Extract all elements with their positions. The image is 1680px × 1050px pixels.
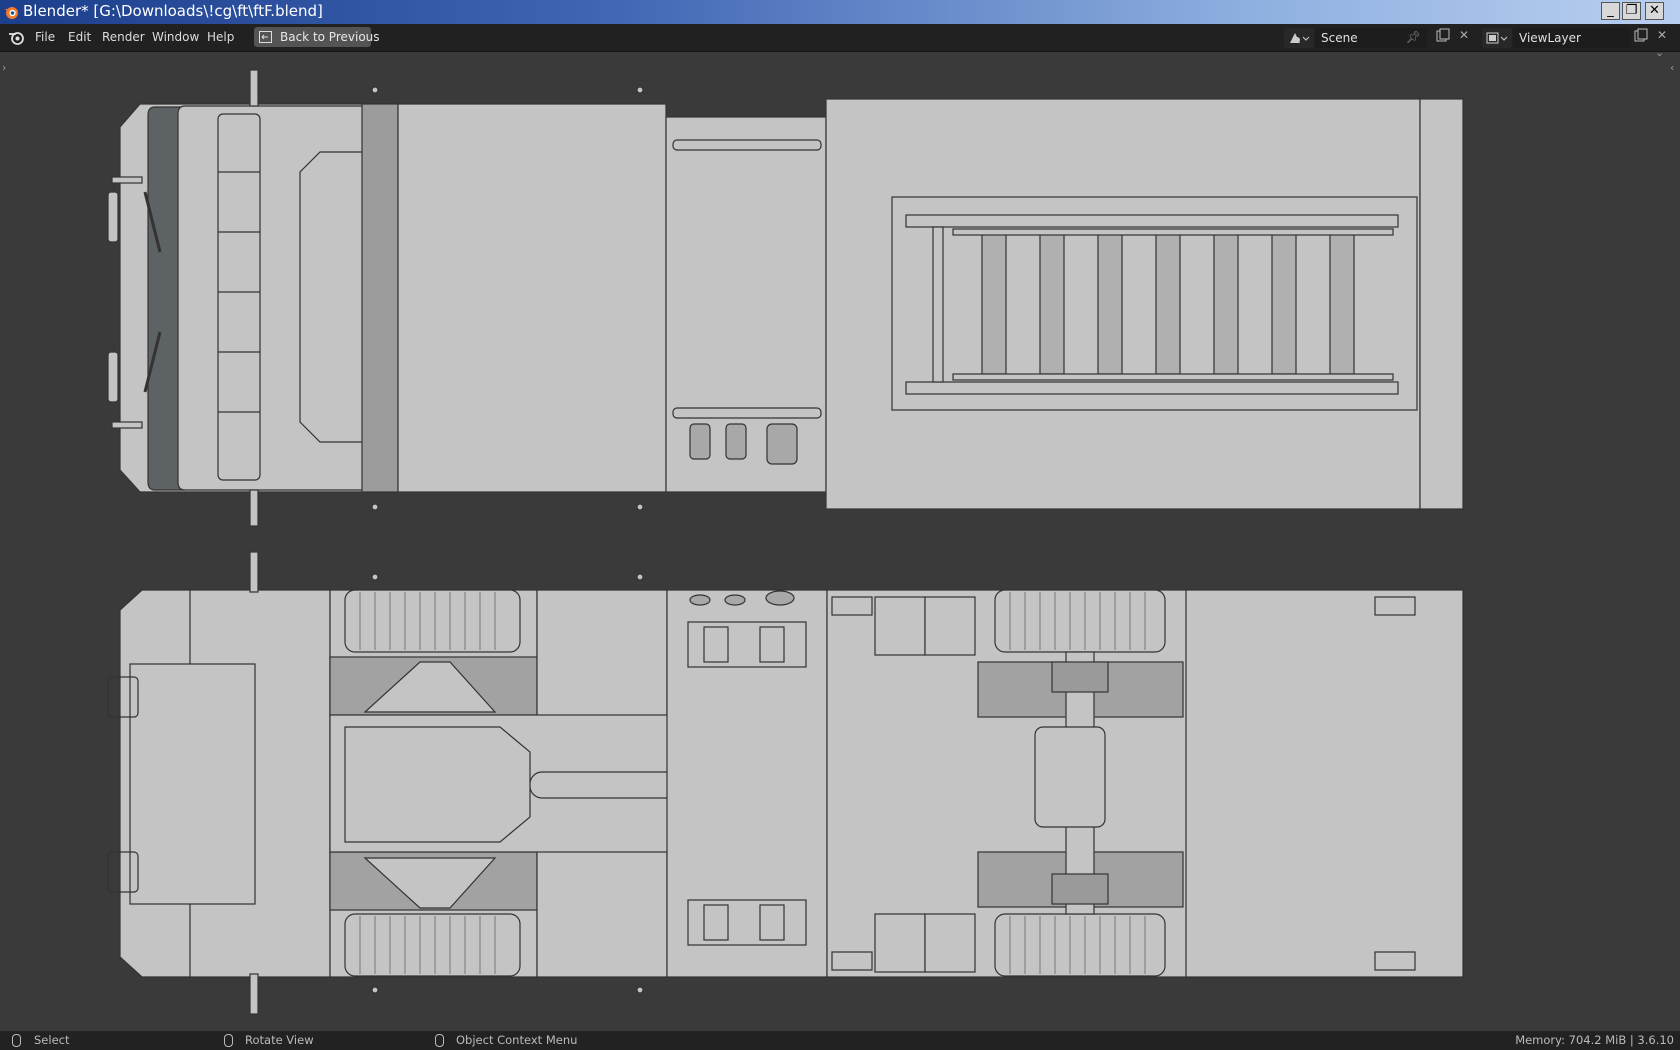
viewlayer-name: ViewLayer (1519, 31, 1581, 45)
window-titlebar: Blender* [G:\Downloads\!cg\ft\ftF.blend]… (0, 0, 1680, 24)
status-bar: Select Rotate View Object Context Menu M… (0, 1031, 1680, 1050)
close-window-button[interactable]: ✕ (1645, 2, 1664, 20)
minimize-button[interactable]: _ (1601, 2, 1620, 20)
blender-app-icon (4, 7, 18, 19)
pin-icon[interactable]: 📌︎ (1406, 30, 1421, 44)
back-to-previous-button[interactable]: Back to Previous (254, 27, 380, 47)
scene-icon (1290, 33, 1310, 43)
truck-bottom-view (107, 551, 1464, 1015)
mouse-left-icon (12, 1034, 21, 1047)
menu-render[interactable]: Render (102, 30, 145, 44)
back-to-previous-label: Back to Previous (280, 30, 380, 44)
viewlayer-name-field[interactable]: ViewLayer (1513, 28, 1631, 48)
window-title: Blender* [G:\Downloads\!cg\ft\ftF.blend] (23, 2, 323, 20)
scene-browse-button[interactable] (1284, 28, 1314, 48)
scene-name: Scene (1321, 31, 1358, 45)
status-context-menu-hint: Object Context Menu (456, 1033, 578, 1047)
maximize-button[interactable]: ❐ (1622, 2, 1641, 20)
viewlayer-icon (1486, 32, 1508, 44)
new-scene-icon[interactable] (1436, 28, 1450, 45)
viewlayer-browse-button[interactable] (1482, 28, 1512, 48)
memory-version-info: Memory: 704.2 MiB | 3.6.10 (1515, 1033, 1674, 1047)
menu-file[interactable]: File (35, 30, 55, 44)
mouse-right-icon (435, 1034, 444, 1047)
blender-logo-icon[interactable] (8, 30, 25, 45)
back-screen-icon (259, 31, 272, 43)
truck-top-view (107, 69, 1464, 527)
3d-viewport[interactable]: › ‹ ⌄ (0, 46, 1680, 1031)
menu-window[interactable]: Window (152, 30, 199, 44)
status-rotate-hint: Rotate View (245, 1033, 314, 1047)
new-viewlayer-icon[interactable] (1634, 28, 1648, 45)
scene-name-field[interactable]: Scene 📌︎ (1315, 28, 1427, 48)
menu-edit[interactable]: Edit (68, 30, 91, 44)
status-select-hint: Select (34, 1033, 70, 1047)
delete-viewlayer-icon[interactable]: ✕ (1657, 28, 1667, 42)
model-render (107, 69, 1464, 1015)
mouse-middle-icon (224, 1034, 233, 1047)
delete-scene-icon[interactable]: ✕ (1459, 28, 1469, 42)
blender-topbar: File Edit Render Window Help Back to Pre… (0, 24, 1680, 52)
menu-help[interactable]: Help (207, 30, 234, 44)
